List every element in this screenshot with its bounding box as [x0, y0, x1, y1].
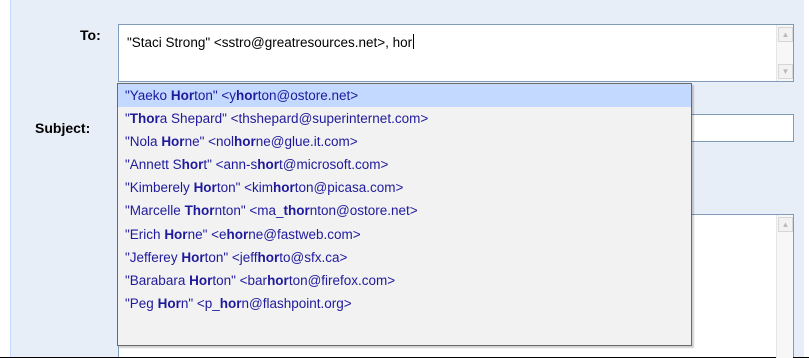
compose-window: To: Subject: "Staci Strong" <sstro@great… — [0, 0, 809, 358]
match-highlight: Hor — [157, 295, 181, 311]
suggestion-text: a Shepard" <thshepard@superinternet.com> — [159, 111, 429, 127]
match-highlight: Hor — [164, 226, 188, 242]
match-highlight: Thor — [129, 111, 160, 127]
match-highlight: hor — [257, 157, 280, 173]
suggestion-text: t" <ann-s — [203, 157, 258, 173]
text-caret — [413, 34, 415, 49]
scroll-down-icon[interactable]: ▼ — [778, 64, 793, 79]
suggestion-text: "Nola — [125, 134, 162, 150]
to-field-scrollbar[interactable]: ▲ ▼ — [776, 25, 793, 81]
suggestion-text: ton@ostore.net> — [257, 88, 359, 103]
match-highlight: Hor — [193, 180, 217, 196]
suggestion-text: ne" <nol — [184, 134, 235, 150]
match-highlight: Hor — [170, 88, 195, 103]
autocomplete-item[interactable]: "Marcelle Thornton" <ma_thornton@ostore.… — [118, 199, 691, 222]
suggestion-text: ton@picasa.com> — [294, 180, 404, 196]
match-highlight: hor — [219, 295, 242, 311]
suggestion-text: ton" <kim — [216, 180, 274, 196]
autocomplete-dropdown: "Yaeko Horton" <yhorton@ostore.net> "Thor… — [117, 83, 692, 346]
match-highlight: hor — [267, 272, 289, 288]
suggestion-text: to@sfx.ca> — [279, 249, 348, 265]
match-highlight: thor — [283, 203, 310, 219]
suggestion-text: "Yaeko — [125, 88, 171, 103]
autocomplete-item[interactable]: "Nola Horne" <nolhorne@glue.it.com> — [118, 130, 691, 153]
autocomplete-item[interactable]: "Kimberely Horton" <kimhorton@picasa.com… — [118, 176, 691, 199]
autocomplete-item[interactable]: "Thora Shepard" <thshepard@superinternet… — [118, 107, 691, 130]
match-highlight: hor — [273, 180, 295, 196]
autocomplete-item[interactable]: "Peg Horn" <p_horn@flashpoint.org> — [118, 292, 691, 315]
autocomplete-item[interactable]: "Barabara Horton" <barhorton@firefox.com… — [118, 269, 691, 292]
autocomplete-item[interactable]: "Annett Short" <ann-short@microsoft.com> — [118, 153, 691, 176]
suggestion-text: ne@glue.it.com> — [255, 134, 358, 150]
suggestion-text: ton" <bar — [212, 272, 268, 288]
suggestion-text: nton" <ma_ — [214, 203, 284, 219]
match-highlight: hor — [234, 134, 256, 150]
match-highlight: hor — [236, 88, 258, 103]
suggestion-text: "Kimberely — [125, 180, 194, 196]
scroll-up-icon[interactable]: ▲ — [778, 27, 793, 42]
match-highlight: hor — [226, 226, 249, 242]
subject-label: Subject: — [35, 120, 91, 136]
autocomplete-item[interactable]: "Jefferey Horton" <jeffhorto@sfx.ca> — [118, 246, 691, 269]
autocomplete-item[interactable]: "Erich Horne" <ehorne@fastweb.com> — [118, 223, 691, 246]
match-highlight: Hor — [189, 272, 213, 288]
suggestion-text: ne@fastweb.com> — [248, 226, 361, 242]
suggestion-text: nton@ostore.net> — [309, 203, 418, 219]
suggestion-text: ton" <y — [194, 88, 237, 103]
match-highlight: Hor — [181, 249, 205, 265]
scroll-up-icon[interactable]: ▲ — [778, 217, 793, 232]
suggestion-text: "Annett S — [125, 157, 182, 173]
autocomplete-item[interactable]: "Yaeko Horton" <yhorton@ostore.net> — [118, 84, 691, 108]
to-field[interactable]: "Staci Strong" <sstro@greatresources.net… — [118, 24, 794, 82]
suggestion-text: n" <p_ — [180, 295, 220, 311]
suggestion-text: "Barabara — [125, 272, 190, 288]
suggestion-text: n@flashpoint.org> — [241, 295, 352, 311]
suggestion-text: t@microsoft.com> — [279, 157, 389, 173]
suggestion-text: ne" <e — [187, 226, 227, 242]
body-scrollbar[interactable]: ▲ — [776, 215, 793, 358]
suggestion-text: "Peg — [125, 295, 158, 311]
suggestion-text: ton@firefox.com> — [288, 272, 396, 288]
match-highlight: Hor — [161, 134, 185, 150]
match-highlight: hor — [181, 157, 204, 173]
match-highlight: Thor — [184, 203, 215, 219]
suggestion-text: ton" <jeff — [204, 249, 258, 265]
match-highlight: hor — [257, 249, 280, 265]
suggestion-text: "Erich — [125, 226, 165, 242]
to-label: To: — [80, 27, 101, 43]
to-field-value: "Staci Strong" <sstro@greatresources.net… — [127, 35, 413, 50]
suggestion-text: "Marcelle — [125, 203, 185, 219]
suggestion-text: "Jefferey — [125, 249, 182, 265]
